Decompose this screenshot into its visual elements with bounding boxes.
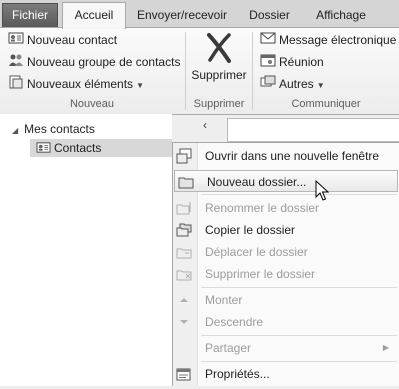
meeting-label: Réunion <box>279 55 324 69</box>
dropdown-caret-icon: ▼ <box>136 81 144 90</box>
contact-group-icon <box>8 53 24 73</box>
tab-fichier[interactable]: Fichier <box>2 3 58 27</box>
new-contact-group-label: Nouveau groupe de contacts <box>27 55 181 69</box>
tree-item-label: Contacts <box>54 141 102 155</box>
search-input[interactable] <box>227 118 399 142</box>
delete-button-label: Supprimer <box>191 68 247 82</box>
menu-item-move-down[interactable]: Descendre <box>173 311 399 333</box>
menu-item-delete-folder[interactable]: Supprimer le dossier <box>173 263 399 285</box>
menu-separator <box>201 361 397 362</box>
menu-item-label: Partager <box>205 341 252 355</box>
menu-item-label: Propriétés... <box>205 367 270 381</box>
tab-affichage[interactable]: Affichage <box>306 4 376 26</box>
mouse-cursor-icon <box>315 179 331 202</box>
contact-card-icon <box>36 141 51 159</box>
submenu-arrow-icon: ▶ <box>382 343 389 352</box>
ribbon: Nouveau contact Nouveau groupe de contac… <box>0 27 399 115</box>
group-label-nouveau: Nouveau <box>69 98 115 110</box>
menu-separator <box>201 194 397 195</box>
new-contact-label: Nouveau contact <box>27 33 118 47</box>
dropdown-caret-icon: ▼ <box>316 81 325 90</box>
ribbon-tab-strip: Fichier Accueil Envoyer/recevoir Dossier… <box>0 0 399 29</box>
tab-accueil[interactable]: Accueil <box>62 2 126 29</box>
new-contact-button[interactable]: Nouveau contact <box>8 30 117 50</box>
menu-item-label: Supprimer le dossier <box>205 267 316 281</box>
more-button[interactable]: Autres ▼ <box>260 74 325 94</box>
menu-item-properties[interactable]: Propriétés... <box>173 363 399 385</box>
menu-item-share[interactable]: Partager ▶ <box>173 337 399 359</box>
new-items-label: Nouveaux éléments <box>27 77 134 91</box>
properties-icon <box>176 366 192 382</box>
menu-item-label: Descendre <box>205 315 264 329</box>
tree-item-contacts[interactable]: Contacts <box>30 139 172 157</box>
new-folder-icon <box>178 174 194 190</box>
rename-folder-icon <box>176 200 192 216</box>
menu-item-open-new-window[interactable]: Ouvrir dans une nouvelle fenêtre <box>173 145 399 167</box>
context-menu: Ouvrir dans une nouvelle fenêtre Nouveau… <box>172 142 399 386</box>
menu-item-label: Copier le dossier <box>205 223 296 237</box>
expand-triangle-icon[interactable]: ◢ <box>12 126 18 135</box>
menu-item-label: Ouvrir dans une nouvelle fenêtre <box>205 149 380 163</box>
collapse-pane-button[interactable]: ‹ <box>198 118 212 132</box>
meeting-calendar-icon <box>260 53 276 73</box>
copy-folder-icon <box>176 222 192 238</box>
tab-envoyer-recevoir[interactable]: Envoyer/recevoir <box>132 4 232 26</box>
menu-item-rename-folder[interactable]: Renommer le dossier <box>173 197 399 219</box>
menu-item-label: Monter <box>205 293 243 307</box>
more-label: Autres <box>279 77 314 91</box>
delete-folder-icon <box>176 266 192 282</box>
menu-item-copy-folder[interactable]: Copier le dossier <box>173 219 399 241</box>
tree-root-my-contacts[interactable]: ◢ Mes contacts <box>12 121 95 137</box>
arrow-up-icon <box>176 292 192 308</box>
move-folder-icon <box>176 244 192 260</box>
tab-dossier[interactable]: Dossier <box>242 4 297 26</box>
more-items-icon <box>260 75 276 95</box>
menu-item-move-folder[interactable]: Déplacer le dossier <box>173 241 399 263</box>
menu-item-label: Nouveau dossier... <box>207 175 307 189</box>
email-message-label: Message électronique <box>279 33 397 47</box>
menu-separator <box>201 335 397 336</box>
delete-button[interactable]: Supprimer <box>188 30 250 92</box>
menu-item-move-up[interactable]: Monter <box>173 289 399 311</box>
envelope-icon <box>260 31 276 51</box>
email-message-button[interactable]: Message électronique <box>260 30 396 50</box>
menu-item-label: Renommer le dossier <box>205 201 320 215</box>
group-label-communiquer: Communiquer <box>291 98 361 110</box>
delete-x-icon <box>204 32 234 67</box>
menu-separator <box>201 287 397 288</box>
tree-root-label: Mes contacts <box>24 122 95 136</box>
new-contact-group-button[interactable]: Nouveau groupe de contacts <box>8 52 180 72</box>
meeting-button[interactable]: Réunion <box>260 52 324 72</box>
new-items-icon <box>8 75 24 95</box>
menu-item-new-folder[interactable]: Nouveau dossier... <box>174 170 398 192</box>
arrow-down-icon <box>176 314 192 330</box>
new-items-button[interactable]: Nouveaux éléments ▼ <box>8 74 144 94</box>
contact-card-icon <box>8 31 24 51</box>
open-window-icon <box>176 148 192 164</box>
group-label-supprimer: Supprimer <box>193 98 245 110</box>
menu-item-label: Déplacer le dossier <box>205 245 308 259</box>
